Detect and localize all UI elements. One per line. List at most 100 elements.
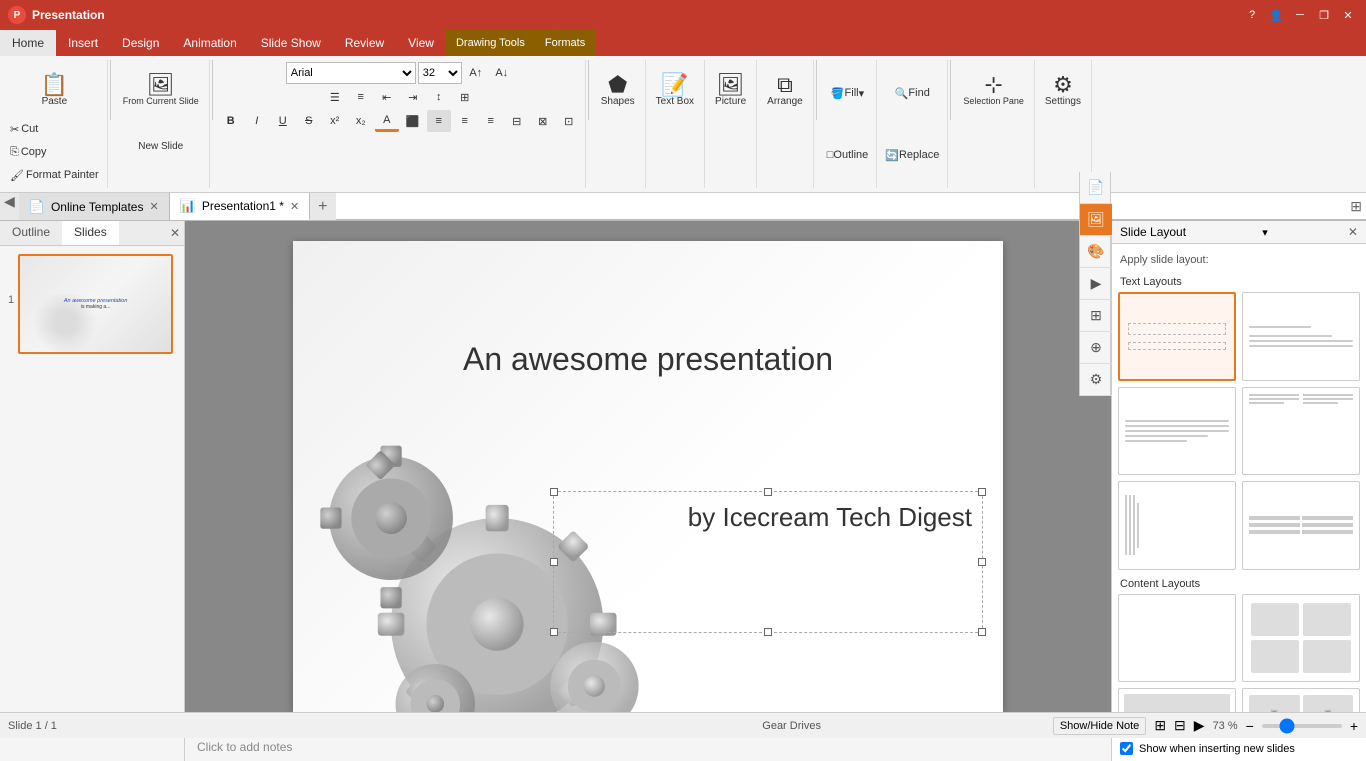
columns-button[interactable]: ⊞: [453, 86, 477, 108]
text-box-content[interactable]: by Icecream Tech Digest: [564, 502, 972, 622]
help-button[interactable]: ?: [1242, 7, 1262, 23]
menu-review[interactable]: Review: [333, 30, 396, 56]
list-number-button[interactable]: ≡: [349, 86, 373, 108]
tab-add-button[interactable]: +: [310, 193, 335, 220]
side-icon-7[interactable]: ⚙: [1080, 364, 1112, 396]
arrange-button[interactable]: ⧉ Arrange: [761, 62, 809, 118]
layout-two-col[interactable]: [1242, 387, 1360, 476]
menu-design[interactable]: Design: [110, 30, 171, 56]
justify-button[interactable]: ≡: [479, 110, 503, 132]
font-size-increase-button[interactable]: A↑: [464, 62, 488, 84]
menu-insert[interactable]: Insert: [56, 30, 110, 56]
align-col1-button[interactable]: ⊟: [505, 110, 529, 132]
side-icon-5[interactable]: ⊞: [1080, 300, 1112, 332]
menu-view[interactable]: View: [396, 30, 446, 56]
font-color-button[interactable]: A: [375, 110, 399, 132]
decrease-indent-button[interactable]: ⇤: [375, 86, 399, 108]
tab-presentation1-close[interactable]: ✕: [290, 200, 299, 213]
picture-button[interactable]: 🖼 Picture: [709, 62, 752, 118]
layout-vertical[interactable]: [1118, 481, 1236, 570]
outline-button[interactable]: □ Outline: [823, 144, 873, 166]
side-icon-1[interactable]: 📄: [1080, 172, 1112, 204]
side-icon-4[interactable]: ▶: [1080, 268, 1112, 300]
menu-drawing-tools[interactable]: Drawing Tools: [446, 30, 535, 56]
handle-br[interactable]: [978, 628, 986, 636]
font-family-select[interactable]: Arial: [286, 62, 416, 84]
cut-button[interactable]: ✂ Cut: [6, 118, 42, 140]
handle-bl[interactable]: [550, 628, 558, 636]
increase-indent-button[interactable]: ⇥: [401, 86, 425, 108]
view-slideshow-button[interactable]: ▶: [1194, 717, 1205, 734]
tab-scroll-left[interactable]: ◀: [0, 193, 19, 220]
handle-tr[interactable]: [978, 488, 986, 496]
align-right-button[interactable]: ≡: [453, 110, 477, 132]
tab-control-icon[interactable]: ⊞: [1350, 198, 1362, 215]
content-layout-dots[interactable]: [1242, 594, 1360, 683]
handle-bm[interactable]: [764, 628, 772, 636]
show-on-insert-label[interactable]: Show when inserting new slides: [1139, 743, 1295, 755]
zoom-slider[interactable]: [1262, 724, 1342, 728]
from-current-button[interactable]: 🖼 From Current Slide: [117, 62, 205, 118]
tab-online-templates[interactable]: 📄 Online Templates ✕: [19, 193, 170, 220]
show-on-insert-checkbox[interactable]: [1120, 742, 1133, 755]
panel-close-button[interactable]: ✕: [170, 226, 180, 240]
tab-presentation1[interactable]: 📊 Presentation1 * ✕: [170, 193, 310, 220]
layout-stripes[interactable]: [1242, 481, 1360, 570]
copy-button[interactable]: ⎘ Copy: [6, 141, 51, 163]
minimize-button[interactable]: ─: [1290, 7, 1310, 23]
handle-mr[interactable]: [978, 558, 986, 566]
fill-button[interactable]: 🪣 Fill▾: [827, 82, 868, 104]
slide-canvas[interactable]: An awesome presentation by Icecream Tech…: [293, 241, 1003, 713]
outline-tab[interactable]: Outline: [0, 221, 62, 245]
slide-thumb-1[interactable]: An awesome presentation is making a...: [18, 254, 173, 354]
text-box-container[interactable]: by Icecream Tech Digest: [553, 491, 983, 633]
replace-button[interactable]: 🔄 Replace: [881, 144, 943, 166]
bold-button[interactable]: B: [219, 110, 243, 132]
side-icon-3[interactable]: 🎨: [1080, 236, 1112, 268]
list-bullet-button[interactable]: ☰: [323, 86, 347, 108]
handle-tl[interactable]: [550, 488, 558, 496]
italic-button[interactable]: I: [245, 110, 269, 132]
format-painter-button[interactable]: 🖌 Format Painter: [6, 164, 103, 186]
settings-button[interactable]: ⚙ Settings: [1039, 62, 1087, 118]
layout-blank-selected[interactable]: [1118, 292, 1236, 381]
show-hide-note-button[interactable]: Show/Hide Note: [1053, 717, 1147, 735]
font-size-decrease-button[interactable]: A↓: [490, 62, 514, 84]
menu-home[interactable]: Home: [0, 30, 56, 56]
content-layout-blank[interactable]: [1118, 594, 1236, 683]
slides-tab[interactable]: Slides: [62, 221, 119, 245]
menu-formats[interactable]: Formats: [535, 30, 595, 56]
paste-button[interactable]: 📋 Paste: [35, 62, 74, 118]
tab-online-templates-close[interactable]: ✕: [149, 200, 158, 213]
handle-ml[interactable]: [550, 558, 558, 566]
align-left-button[interactable]: ⬛: [401, 110, 425, 132]
side-icon-2-active[interactable]: 🖼: [1080, 204, 1112, 236]
shapes-button[interactable]: ⬟ Shapes: [595, 62, 641, 118]
font-size-select[interactable]: 32: [418, 62, 462, 84]
view-normal-button[interactable]: ⊞: [1154, 717, 1166, 734]
layout-title[interactable]: [1242, 292, 1360, 381]
line-spacing-button[interactable]: ↕: [427, 86, 451, 108]
right-panel-close-button[interactable]: ✕: [1348, 225, 1358, 239]
align-col3-button[interactable]: ⊡: [557, 110, 581, 132]
view-outline-button[interactable]: ⊟: [1174, 717, 1186, 734]
align-col2-button[interactable]: ⊠: [531, 110, 555, 132]
subscript-button[interactable]: x₂: [349, 110, 373, 132]
menu-slideshow[interactable]: Slide Show: [249, 30, 333, 56]
close-button[interactable]: ✕: [1338, 7, 1358, 23]
align-center-button[interactable]: ≡: [427, 110, 451, 132]
user-button[interactable]: 👤: [1266, 7, 1286, 23]
slide-title[interactable]: An awesome presentation: [293, 341, 1003, 378]
selection-pane-button[interactable]: ⊹ Selection Pane: [957, 62, 1030, 118]
side-icon-6[interactable]: ⊕: [1080, 332, 1112, 364]
find-button[interactable]: 🔍 Find: [891, 82, 934, 104]
superscript-button[interactable]: x²: [323, 110, 347, 132]
menu-animation[interactable]: Animation: [171, 30, 248, 56]
text-box-button[interactable]: 📝 Text Box: [650, 62, 700, 118]
strikethrough-button[interactable]: S: [297, 110, 321, 132]
zoom-in-button[interactable]: +: [1350, 718, 1358, 734]
right-panel-dropdown-icon[interactable]: ▾: [1262, 226, 1268, 239]
layout-content[interactable]: [1118, 387, 1236, 476]
underline-button[interactable]: U: [271, 110, 295, 132]
handle-tm[interactable]: [764, 488, 772, 496]
